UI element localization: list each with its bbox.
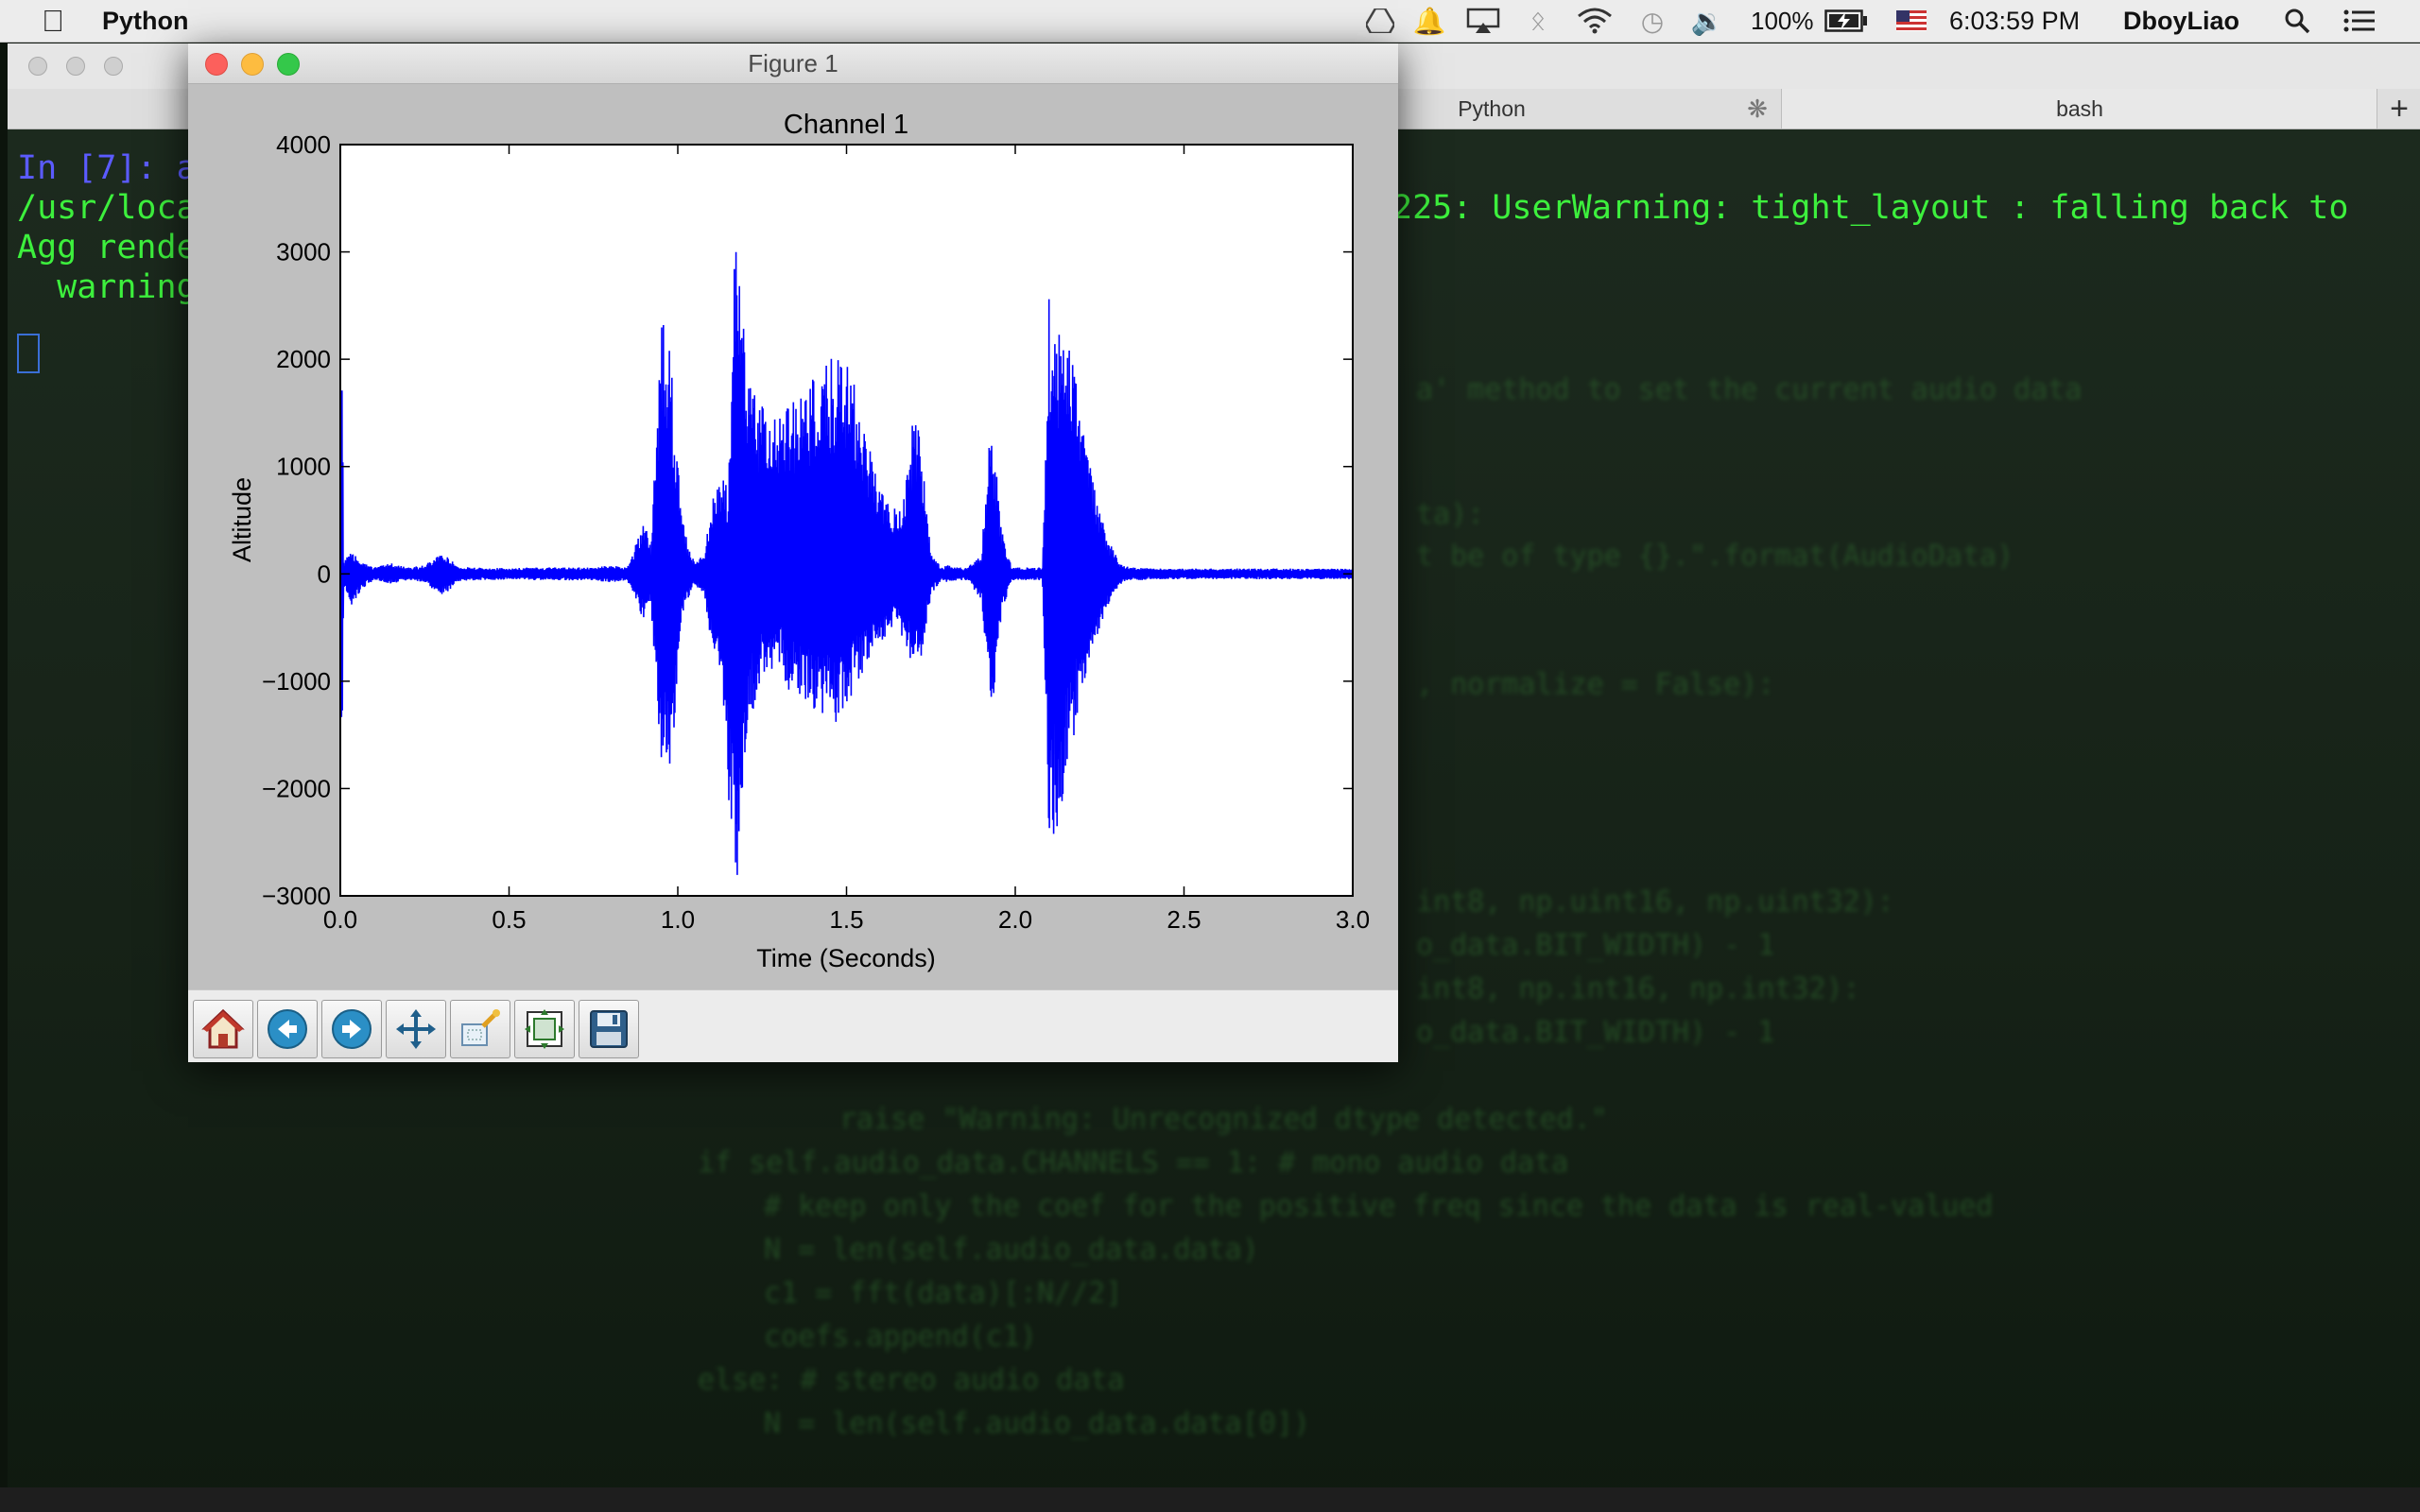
back-button[interactable] <box>257 1000 318 1058</box>
background-code-line: t be of type {}.".format(AudioData) <box>1416 540 2014 573</box>
background-code-line: int8, np.uint16, np.uint32): <box>1416 885 1894 919</box>
background-code-line: o_data.BIT_WIDTH) - 1 <box>1416 1016 1775 1049</box>
pan-button[interactable] <box>386 1000 446 1058</box>
y-axis-label: Altitude <box>228 477 256 562</box>
y-tick-label: 4000 <box>276 130 331 159</box>
waveform-chart[interactable]: Channel 1 0.0 0.5 1.0 1.5 2.0 2.5 3.0400030002… <box>188 84 1398 989</box>
tab-bash[interactable]: bash <box>1781 89 2377 129</box>
spotlight-search-icon[interactable] <box>2278 0 2316 42</box>
home-button[interactable] <box>193 1000 253 1058</box>
terminal-warning-text: 225: UserWarning: tight_layout : falling… <box>1392 189 2349 227</box>
background-code-line: a' method to set the current audio data <box>1416 373 2083 406</box>
y-tick-label: 3000 <box>276 238 331 266</box>
volume-icon[interactable]: 🔉 <box>1688 0 1726 42</box>
save-icon <box>590 1010 628 1048</box>
app-menu-name[interactable]: Python <box>102 0 189 42</box>
terminal-line-0: In [7]: a <box>17 149 197 187</box>
chart-title: Channel 1 <box>784 110 908 140</box>
y-tick-label: −3000 <box>262 882 331 910</box>
x-tick-label: 1.5 <box>829 905 863 934</box>
airplay-icon[interactable] <box>1461 0 1505 42</box>
bluetooth-icon[interactable]: ᛟ <box>1524 0 1552 42</box>
forward-button[interactable] <box>321 1000 382 1058</box>
dock-strip <box>0 1487 2420 1512</box>
save-button[interactable] <box>579 1000 639 1058</box>
time-machine-icon[interactable]: ◷ <box>1634 0 1671 42</box>
apple-icon[interactable]:  <box>34 0 72 42</box>
x-tick-label: 2.0 <box>998 905 1032 934</box>
terminal-zoom-button[interactable] <box>104 57 123 76</box>
background-code-line: N = len(self.audio_data.data[0]) <box>764 1407 1310 1440</box>
y-tick-label: 0 <box>318 559 331 588</box>
x-tick-label: 3.0 <box>1336 905 1370 934</box>
background-code-line: o_data.BIT_WIDTH) - 1 <box>1416 929 1775 962</box>
new-tab-button[interactable]: + <box>2377 89 2420 129</box>
background-code-line: else: # stereo audio data <box>698 1364 1125 1397</box>
figure-toolbar <box>188 989 1398 1062</box>
tab-python-label: Python <box>1458 96 1526 121</box>
y-tick-label: −2000 <box>262 774 331 802</box>
x-tick-label: 1.0 <box>661 905 695 934</box>
background-code-line: coefs.append(c1) <box>764 1320 1037 1353</box>
subplots-icon <box>525 1009 564 1049</box>
home-icon <box>201 1008 245 1049</box>
subplots-button[interactable] <box>514 1000 575 1058</box>
x-tick-label: 2.5 <box>1167 905 1201 934</box>
terminal-line-3: warning <box>17 268 197 306</box>
figure-window: Figure 1 Channel 1 0.0 0.5 1.0 1.5 2.0 2.5 3.0… <box>188 43 1398 1062</box>
background-code-line: ta): <box>1416 498 1485 531</box>
zoom-button[interactable] <box>450 1000 510 1058</box>
terminal-close-button[interactable] <box>28 57 47 76</box>
notification-bell-icon[interactable]: 🔔 <box>1410 0 1448 42</box>
menu-bar:  Python 🔔 ᛟ ◷ 🔉 100% 6:03:59 PM DboyLia… <box>0 0 2420 43</box>
background-code-line: N = len(self.audio_data.data) <box>764 1233 1259 1266</box>
battery-icon[interactable] <box>1823 0 1870 42</box>
battery-percent: 100% <box>1751 7 1814 35</box>
background-code-line: c1 = fft(data)[:N//2] <box>764 1277 1123 1310</box>
terminal-cursor <box>17 334 40 373</box>
background-code-line: raise "Warning: Unrecognized dtype detec… <box>839 1103 1608 1136</box>
y-tick-label: 2000 <box>276 345 331 373</box>
x-axis-label: Time (Seconds) <box>756 944 936 972</box>
us-flag-icon[interactable] <box>1894 0 1928 42</box>
terminal-line-1: /usr/loca <box>17 189 197 227</box>
y-tick-label: −1000 <box>262 667 331 696</box>
background-code-line: if self.audio_data.CHANNELS == 1: # mono… <box>698 1146 1569 1179</box>
figure-window-title: Figure 1 <box>748 49 838 77</box>
zoom-icon <box>461 1009 500 1046</box>
pan-icon <box>396 1009 436 1049</box>
y-tick-label: 1000 <box>276 453 331 481</box>
terminal-line-2: Agg rende <box>17 229 197 266</box>
terminal-minimize-button[interactable] <box>66 57 85 76</box>
user-name[interactable]: DboyLiao <box>2123 0 2239 42</box>
background-code-line: int8, np.int16, np.int32): <box>1416 972 1860 1005</box>
back-icon <box>268 1009 307 1049</box>
google-drive-icon[interactable] <box>1361 0 1399 42</box>
background-code-line: , normalize = False): <box>1416 668 1775 701</box>
tab-activity-spinner-icon: ❋ <box>1747 94 1768 123</box>
tab-bash-label: bash <box>2056 96 2103 121</box>
forward-icon <box>332 1009 372 1049</box>
x-tick-label: 0.5 <box>492 905 526 934</box>
wifi-icon[interactable] <box>1573 0 1616 42</box>
menu-clock[interactable]: 6:03:59 PM <box>1949 0 2080 42</box>
notification-center-icon[interactable] <box>2339 0 2380 42</box>
figure-titlebar[interactable]: Figure 1 <box>188 43 1398 84</box>
background-code-line: # keep only the coef for the positive fr… <box>764 1190 1994 1223</box>
